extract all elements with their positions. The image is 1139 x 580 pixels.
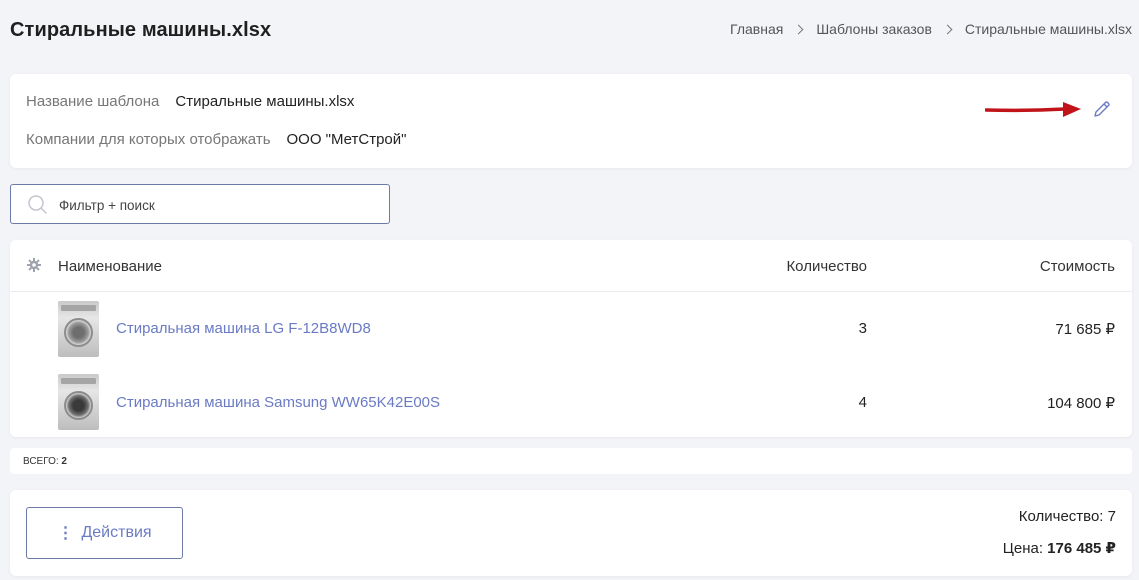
companies-value: ООО "МетСтрой" xyxy=(286,131,407,148)
total-count-value: 2 xyxy=(61,456,67,467)
column-header-cost[interactable]: Стоимость xyxy=(1040,258,1115,275)
breadcrumb-order-templates[interactable]: Шаблоны заказов xyxy=(816,21,932,37)
total-count-bar: ВСЕГО: 2 xyxy=(10,448,1132,474)
product-cost: 104 800 ₽ xyxy=(1047,395,1115,412)
pencil-icon[interactable] xyxy=(1092,99,1112,119)
footer-card: ⋮ Действия Количество: 7 Цена: 176 485 ₽ xyxy=(10,490,1132,576)
product-quantity: 4 xyxy=(858,394,867,411)
gear-icon[interactable] xyxy=(27,258,41,272)
actions-button[interactable]: ⋮ Действия xyxy=(26,507,183,559)
search-icon xyxy=(28,195,47,214)
kebab-menu-icon: ⋮ xyxy=(57,525,74,542)
companies-label: Компании для которых отображать xyxy=(26,131,271,148)
products-table: Наименование Количество Стоимость Стирал… xyxy=(10,240,1132,437)
washing-machine-thumbnail[interactable] xyxy=(58,374,99,430)
template-info-card: Название шаблона Стиральные машины.xlsx … xyxy=(10,74,1132,168)
template-name-row: Название шаблона Стиральные машины.xlsx xyxy=(26,93,354,110)
template-name-value: Стиральные машины.xlsx xyxy=(175,93,355,110)
summary-price: Цена: 176 485 ₽ xyxy=(1003,539,1116,557)
column-header-name[interactable]: Наименование xyxy=(58,258,162,275)
summary-quantity-label: Количество: xyxy=(1018,508,1104,525)
product-quantity: 3 xyxy=(858,320,867,337)
washing-machine-thumbnail[interactable] xyxy=(58,301,99,357)
table-row: Стиральная машина Samsung WW65K42E00S 4 … xyxy=(10,366,1132,440)
summary-price-value: 176 485 ₽ xyxy=(1047,540,1116,557)
template-name-label: Название шаблона xyxy=(26,93,160,110)
breadcrumb-current: Стиральные машины.xlsx xyxy=(964,21,1132,37)
search-box xyxy=(10,184,390,224)
actions-button-label: Действия xyxy=(81,524,152,541)
summary-quantity-value: 7 xyxy=(1107,508,1116,525)
breadcrumb: Главная Шаблоны заказов Стиральные машин… xyxy=(730,21,1132,37)
breadcrumb-home[interactable]: Главная xyxy=(730,21,783,37)
summary-quantity: Количество: 7 xyxy=(1019,508,1116,525)
page-title: Стиральные машины.xlsx xyxy=(10,19,272,41)
search-input[interactable] xyxy=(59,194,379,216)
summary-price-label: Цена: xyxy=(1002,540,1043,557)
product-link[interactable]: Стиральная машина Samsung WW65K42E00S xyxy=(116,394,440,411)
companies-row: Компании для которых отображать ООО "Мет… xyxy=(26,131,406,148)
column-header-quantity[interactable]: Количество xyxy=(786,258,867,275)
product-cost: 71 685 ₽ xyxy=(1055,321,1115,338)
total-count-label: ВСЕГО: xyxy=(23,456,59,467)
product-link[interactable]: Стиральная машина LG F-12B8WD8 xyxy=(116,320,371,337)
annotation-arrow-icon xyxy=(985,102,1081,117)
table-header: Наименование Количество Стоимость xyxy=(10,240,1132,292)
chevron-right-icon xyxy=(793,24,804,34)
table-row: Стиральная машина LG F-12B8WD8 3 71 685 … xyxy=(10,292,1132,366)
chevron-right-icon xyxy=(942,24,953,34)
